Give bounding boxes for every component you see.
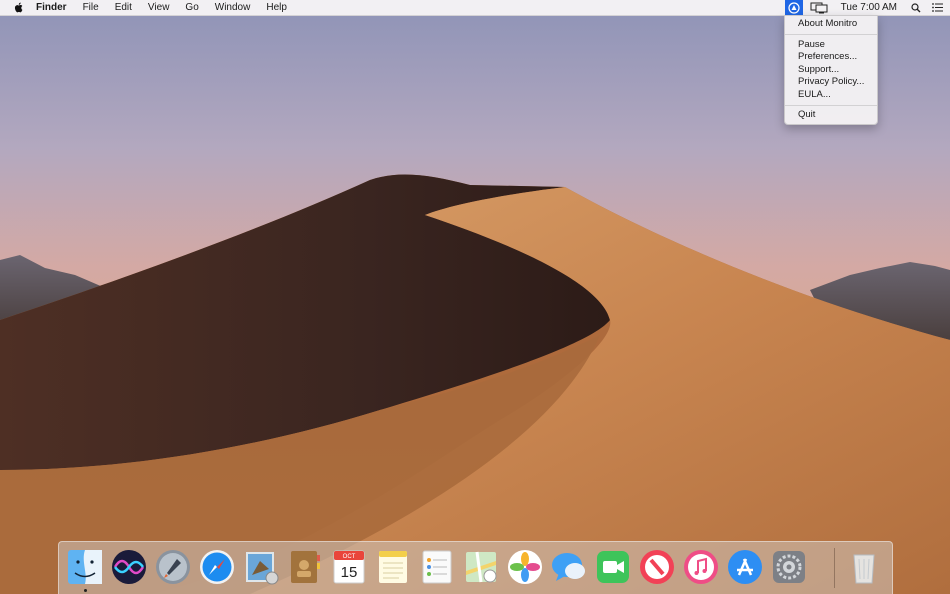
calendar-day-label: 15 (341, 564, 358, 581)
apple-icon[interactable] (10, 2, 28, 13)
dock-reminders-icon[interactable] (419, 549, 455, 585)
dock-siri-icon[interactable] (111, 549, 147, 585)
dock-photos-icon[interactable] (507, 549, 543, 585)
dock-app-store-icon[interactable] (727, 549, 763, 585)
menu-item-about-monitro[interactable]: About Monitro (798, 18, 857, 30)
spotlight-icon[interactable] (910, 0, 922, 15)
dock-notes-icon[interactable] (375, 549, 411, 585)
dock-calendar-icon[interactable]: OCT 15 (331, 549, 367, 585)
menu-app-name[interactable]: Finder (28, 0, 75, 15)
menu-go[interactable]: Go (177, 0, 206, 15)
menu-clock[interactable]: Tue 7:00 AM (841, 0, 897, 15)
menu-separator (785, 105, 877, 106)
menu-help[interactable]: Help (258, 0, 295, 15)
calendar-month-label: OCT (343, 554, 356, 560)
dock-messages-icon[interactable] (551, 549, 587, 585)
menu-item-privacy-policy[interactable]: Privacy Policy... (798, 76, 864, 88)
dock-trash-icon[interactable] (846, 549, 882, 585)
menu-item-quit[interactable]: Quit (798, 109, 815, 121)
menu-bar: Finder File Edit View Go Window Help Tue… (0, 0, 950, 16)
dock-mail-icon[interactable] (243, 549, 279, 585)
dock-facetime-icon[interactable] (595, 549, 631, 585)
menu-item-preferences[interactable]: Preferences... (798, 51, 857, 63)
dock-itunes-icon[interactable] (683, 549, 719, 585)
menu-window[interactable]: Window (207, 0, 259, 15)
desktop: Finder File Edit View Go Window Help Tue… (0, 0, 950, 594)
menu-item-support[interactable]: Support... (798, 64, 839, 76)
menu-edit[interactable]: Edit (107, 0, 140, 15)
menu-separator (785, 34, 877, 35)
dock-system-preferences-icon[interactable] (771, 549, 807, 585)
dock-launchpad-icon[interactable] (155, 549, 191, 585)
dock-contacts-icon[interactable] (287, 549, 323, 585)
dock-news-icon[interactable] (639, 549, 675, 585)
finder-running-indicator (84, 589, 87, 592)
dock-separator (834, 548, 835, 588)
display-mirror-icon[interactable] (807, 0, 831, 15)
dock-maps-icon[interactable] (463, 549, 499, 585)
notification-center-icon[interactable] (930, 0, 944, 15)
menu-file[interactable]: File (75, 0, 107, 15)
dock-finder-icon[interactable] (67, 549, 103, 585)
menu-item-pause[interactable]: Pause (798, 39, 825, 51)
menu-view[interactable]: View (140, 0, 178, 15)
monitro-icon[interactable] (784, 0, 803, 15)
monitro-dropdown-menu: About Monitro Pause Preferences... Suppo… (784, 15, 878, 125)
dock-safari-icon[interactable] (199, 549, 235, 585)
menu-item-eula[interactable]: EULA... (798, 89, 831, 101)
dock: OCT 15 (58, 541, 893, 594)
